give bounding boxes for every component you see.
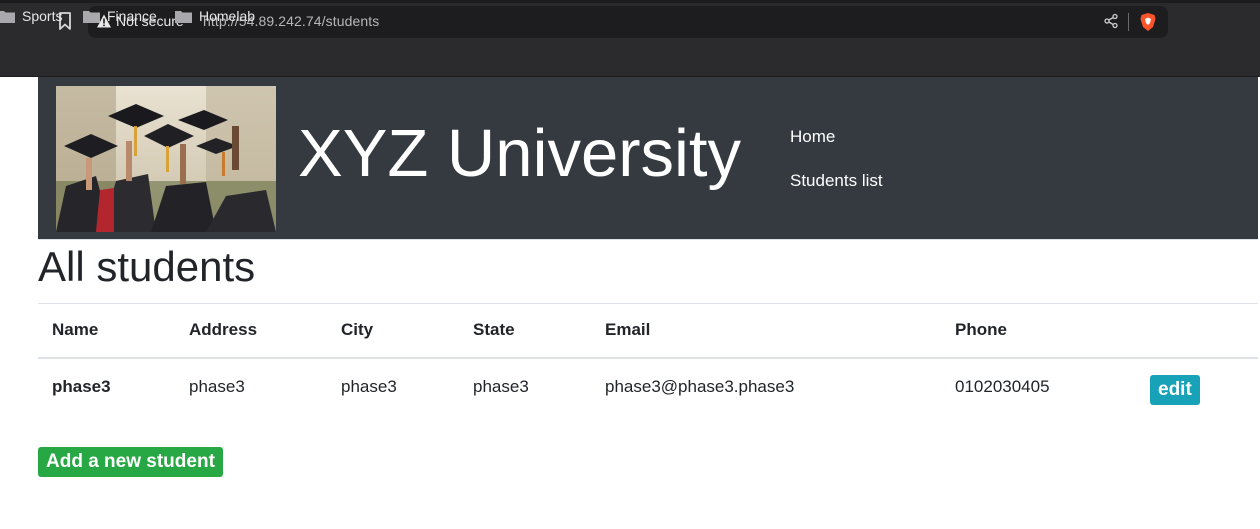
cell-state: phase3 xyxy=(473,376,529,396)
url-divider xyxy=(1128,13,1129,31)
column-header-phone: Phone xyxy=(941,303,1136,359)
bookmark-homelab[interactable]: Homelab xyxy=(175,5,255,27)
cell-actions: edit xyxy=(1136,358,1258,415)
bookmark-sports[interactable]: Sports xyxy=(0,5,62,27)
bookmarks-bar xyxy=(0,44,1260,77)
nav-link-home[interactable]: Home xyxy=(790,127,883,147)
table-row: phase3 phase3 phase3 phase3 phase3@phase… xyxy=(38,358,1258,415)
students-table: Name Address City State Email Phone phas… xyxy=(38,303,1258,415)
main-nav: Home Students list xyxy=(790,127,883,191)
brave-shield-icon[interactable] xyxy=(1139,12,1157,32)
nav-link-students-list[interactable]: Students list xyxy=(790,171,883,191)
column-header-state: State xyxy=(459,303,591,359)
bookmark-label: Sports xyxy=(22,8,63,24)
cell-address: phase3 xyxy=(189,376,245,396)
column-header-actions xyxy=(1136,303,1258,359)
folder-icon xyxy=(83,10,100,23)
column-header-city: City xyxy=(327,303,459,359)
add-student-button[interactable]: Add a new student xyxy=(38,447,223,477)
page-title: All students xyxy=(38,243,256,290)
folder-icon xyxy=(175,10,192,23)
cell-name: phase3 xyxy=(52,376,111,396)
bookmark-finance[interactable]: Finance xyxy=(83,5,157,27)
window-edge xyxy=(0,0,1260,3)
edit-button[interactable]: edit xyxy=(1150,374,1200,405)
site-title: XYZ University xyxy=(298,116,742,191)
cell-city: phase3 xyxy=(341,376,397,396)
column-header-name: Name xyxy=(38,303,175,359)
bookmark-label: Finance xyxy=(107,8,157,24)
page-content: XYZ University Home Students list All st… xyxy=(0,77,1260,529)
table-header-row: Name Address City State Email Phone xyxy=(38,303,1258,359)
site-header: XYZ University Home Students list xyxy=(38,77,1258,240)
column-header-address: Address xyxy=(175,303,327,359)
share-icon[interactable] xyxy=(1103,13,1119,29)
cell-phone: 0102030405 xyxy=(955,376,1050,396)
folder-icon xyxy=(0,10,15,23)
graduation-caps-photo xyxy=(56,86,276,232)
bookmark-label: Homelab xyxy=(199,8,256,24)
column-header-email: Email xyxy=(591,303,941,359)
cell-email: phase3@phase3.phase3 xyxy=(605,376,795,396)
